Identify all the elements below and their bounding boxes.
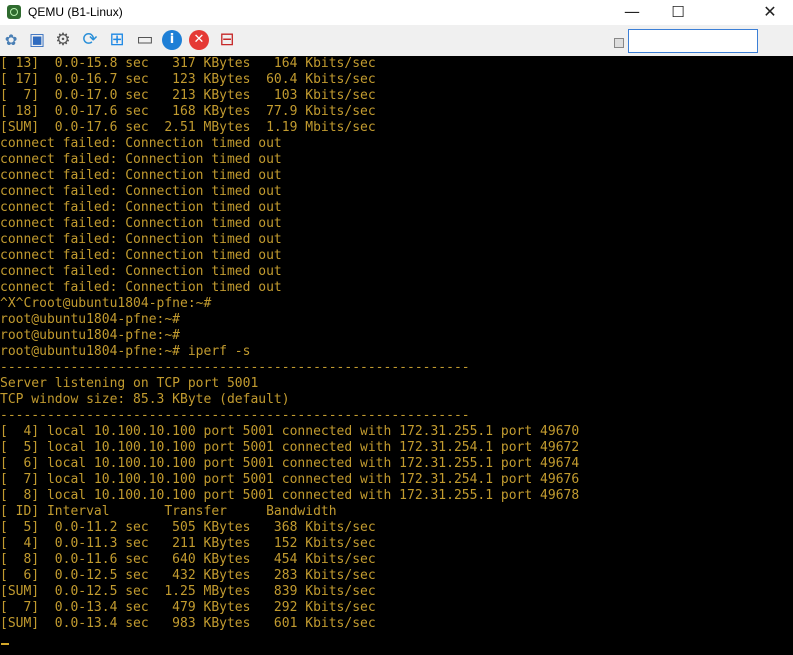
window-title: QEMU (B1-Linux) [28,5,123,19]
refresh-icon[interactable]: ⟳ [80,30,100,50]
terminal-line: [ 8] local 10.100.10.100 port 5001 conne… [0,488,580,503]
toolbar-separator-handle [614,38,624,48]
terminal-line: connect failed: Connection timed out [0,264,282,279]
terminal-line: [ 5] 0.0-11.2 sec 505 KBytes 368 Kbits/s… [0,520,376,535]
terminal-line: connect failed: Connection timed out [0,232,282,247]
terminal-line: [ 13] 0.0-15.8 sec 317 KBytes 164 Kbits/… [0,56,376,71]
terminal-output: [ 13] 0.0-15.8 sec 317 KBytes 164 Kbits/… [0,56,579,632]
terminal-line: connect failed: Connection timed out [0,168,282,183]
terminal-line: [ 7] local 10.100.10.100 port 5001 conne… [0,472,580,487]
terminal-line: [ 6] local 10.100.10.100 port 5001 conne… [0,456,580,471]
maximize-button[interactable]: ☐ [655,0,701,25]
terminal-line: connect failed: Connection timed out [0,280,282,295]
windows-icon[interactable]: ⊞ [107,30,127,50]
terminal-line: connect failed: Connection timed out [0,152,282,167]
terminal-line: root@ubuntu1804-pfne:~# iperf -s [0,344,251,359]
terminal-line: connect failed: Connection timed out [0,248,282,263]
terminal-line: TCP window size: 85.3 KByte (default) [0,392,290,407]
stop-icon[interactable]: ✕ [189,30,209,50]
terminal-line: [SUM] 0.0-12.5 sec 1.25 MBytes 839 Kbits… [0,584,376,599]
fullscreen-icon[interactable]: ▣ [27,30,47,50]
terminal-line: ^X^Croot@ubuntu1804-pfne:~# [0,296,212,311]
terminal-cursor [1,643,9,645]
terminal-line: [ 7] 0.0-17.0 sec 213 KBytes 103 Kbits/s… [0,88,376,103]
terminal-line: connect failed: Connection timed out [0,136,282,151]
terminal-icon[interactable]: ▭ [135,30,155,50]
toolbar-search-input[interactable] [628,29,758,53]
info-icon[interactable]: i [162,30,182,50]
terminal-line: [SUM] 0.0-13.4 sec 983 KBytes 601 Kbits/… [0,616,376,631]
terminal-line: [ 5] local 10.100.10.100 port 5001 conne… [0,440,580,455]
terminal-line: [SUM] 0.0-17.6 sec 2.51 MBytes 1.19 Mbit… [0,120,376,135]
close-button[interactable]: ✕ [747,0,793,25]
terminal-line: connect failed: Connection timed out [0,200,282,215]
terminal-line: [ ID] Interval Transfer Bandwidth [0,504,337,519]
terminal-line: connect failed: Connection timed out [0,184,282,199]
terminal-line: connect failed: Connection timed out [0,216,282,231]
terminal-line: root@ubuntu1804-pfne:~# [0,312,181,327]
terminal-line: [ 4] local 10.100.10.100 port 5001 conne… [0,424,580,439]
terminal-line: ----------------------------------------… [0,408,470,423]
network-icon[interactable]: ✿ [1,30,21,50]
minimize-button[interactable]: — [609,0,655,25]
terminal-line: [ 6] 0.0-12.5 sec 432 KBytes 283 Kbits/s… [0,568,376,583]
title-bar: QEMU (B1-Linux) — ☐ ✕ [0,0,793,25]
eject-icon[interactable]: ⊟ [217,30,237,50]
terminal-line: [ 7] 0.0-13.4 sec 479 KBytes 292 Kbits/s… [0,600,376,615]
qemu-app-icon [7,5,21,19]
terminal-line: [ 8] 0.0-11.6 sec 640 KBytes 454 Kbits/s… [0,552,376,567]
terminal-line: ----------------------------------------… [0,360,470,375]
terminal-line: [ 18] 0.0-17.6 sec 168 KBytes 77.9 Kbits… [0,104,376,119]
terminal-line: root@ubuntu1804-pfne:~# [0,328,181,343]
terminal-line: Server listening on TCP port 5001 [0,376,259,391]
terminal-screen[interactable]: [ 13] 0.0-15.8 sec 317 KBytes 164 Kbits/… [0,56,793,655]
terminal-line: [ 17] 0.0-16.7 sec 123 KBytes 60.4 Kbits… [0,72,376,87]
terminal-line: [ 4] 0.0-11.3 sec 211 KBytes 152 Kbits/s… [0,536,376,551]
settings-icon[interactable]: ⚙ [53,30,73,50]
